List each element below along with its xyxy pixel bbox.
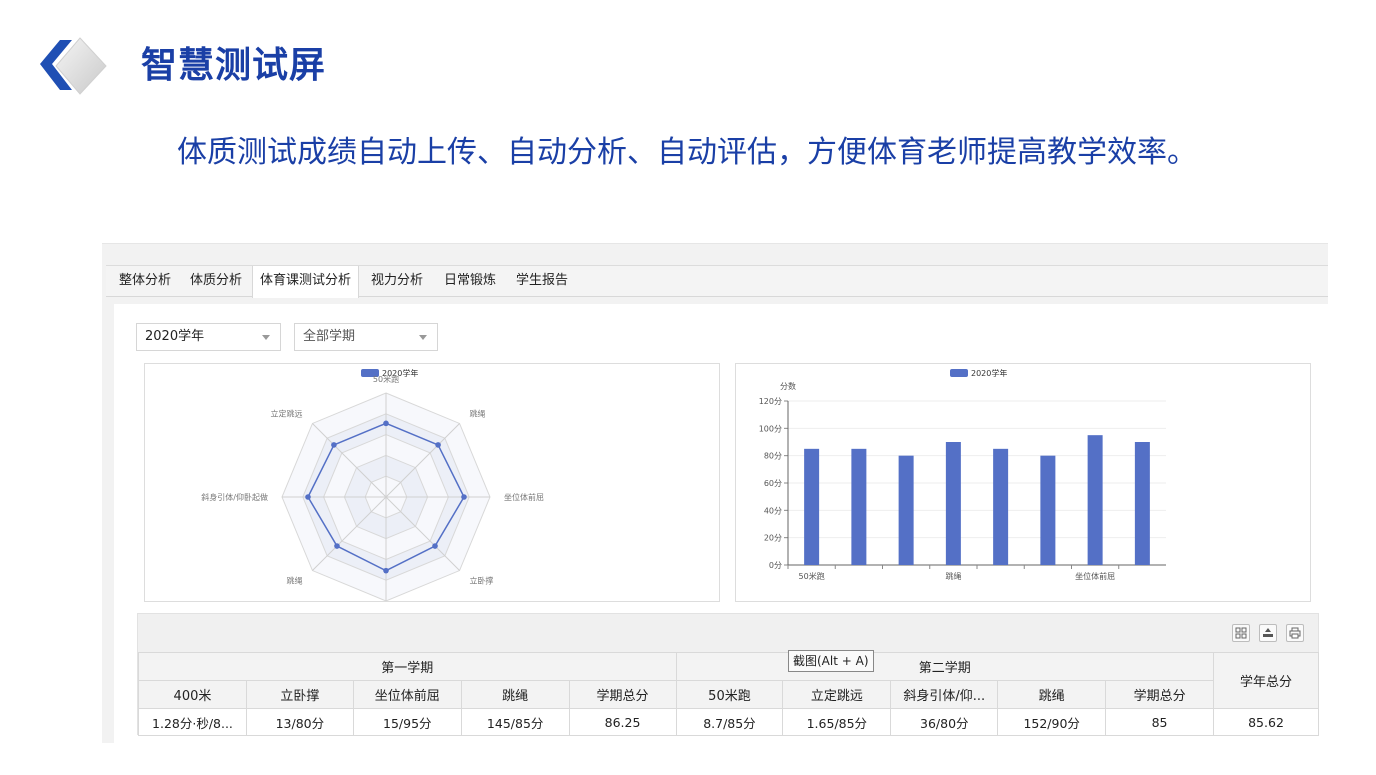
legend-label: 2020学年	[971, 368, 1007, 378]
export-icon[interactable]	[1259, 624, 1277, 642]
y-tick-label: 80分	[764, 452, 782, 461]
bar	[898, 455, 914, 565]
radar-indicator-label: 立卧撑	[469, 575, 493, 585]
slide-title: 智慧测试屏	[141, 45, 327, 86]
tab-daily-exercise[interactable]: 日常锻炼	[437, 266, 503, 297]
bar	[1134, 442, 1150, 565]
radar-chart-panel: 2020学年50米跑跳绳坐位体前屈立卧撑400米跳绳斜身引体/仰卧起做立定跳远	[144, 363, 720, 602]
table-cell: 152/90分	[997, 708, 1107, 736]
radar-indicator-label: 50米跑	[373, 374, 399, 384]
table-cell: 85.62	[1213, 708, 1319, 736]
diamond-logo-icon	[40, 37, 107, 95]
x-tick-label: 坐位体前屈	[1075, 571, 1115, 581]
x-tick-label: 跳绳	[945, 571, 961, 581]
y-tick-label: 120分	[759, 397, 782, 406]
bar	[945, 442, 961, 565]
column-header: 跳绳	[997, 680, 1107, 709]
radar-point	[432, 543, 438, 549]
group-header-term2: 第二学期	[675, 652, 1215, 681]
column-header: 立定跳远	[782, 680, 892, 709]
bar-chart-panel: 2020学年分数 0分 20分 40分 60分 80分 100分 120分 50米跑 跳绳 坐位体前…	[735, 363, 1311, 602]
radar-point	[435, 442, 441, 448]
table-cell: 86.25	[568, 708, 677, 736]
group-header-year-total: 学年总分	[1213, 652, 1319, 709]
x-tick-label: 50米跑	[799, 571, 825, 581]
radar-point	[461, 494, 467, 500]
table-cell: 36/80分	[890, 708, 999, 736]
table-cell: 13/80分	[245, 708, 354, 736]
column-header: 50米跑	[675, 680, 784, 709]
y-tick-label: 100分	[759, 424, 782, 433]
y-tick-label: 60分	[764, 479, 782, 488]
y-tick-label: 20分	[764, 534, 782, 543]
column-header: 学期总分	[1105, 680, 1215, 709]
y-tick-label: 0分	[769, 561, 782, 570]
table-cell: 1.28分·秒/8...	[138, 708, 247, 736]
radar-chart: 2020学年50米跑跳绳坐位体前屈立卧撑400米跳绳斜身引体/仰卧起做立定跳远	[201, 368, 544, 602]
radar-point	[305, 494, 311, 500]
column-header: 400米	[138, 680, 247, 709]
column-header: 坐位体前屈	[352, 680, 462, 709]
radar-indicator-label: 坐位体前屈	[504, 492, 544, 502]
column-header: 学期总分	[568, 680, 677, 709]
tab-overall[interactable]: 整体分析	[112, 266, 178, 297]
column-header: 立卧撑	[245, 680, 354, 709]
y-tick-label: 40分	[764, 506, 782, 515]
table-cell: 15/95分	[352, 708, 462, 736]
tab-student-report[interactable]: 学生报告	[509, 266, 575, 297]
radar-indicator-label: 立定跳远	[271, 409, 303, 419]
tab-vision[interactable]: 视力分析	[364, 266, 430, 297]
term-select[interactable]: 全部学期	[294, 323, 438, 351]
score-table-area: 截图(Alt + A) 第一学期 第二学期 学年总分 400米 立卧撑 坐位体前…	[137, 613, 1319, 736]
bar	[1040, 455, 1056, 565]
table-cell: 145/85分	[460, 708, 570, 736]
radar-point	[334, 543, 340, 549]
radar-point	[383, 420, 389, 427]
bar-chart: 2020学年分数 0分 20分 40分 60分 80分 100分 120分 50米跑 跳绳 坐位体前…	[759, 368, 1166, 581]
table-cell: 1.65/85分	[782, 708, 892, 736]
bar	[993, 448, 1009, 565]
score-table: 第一学期 第二学期 学年总分 400米 立卧撑 坐位体前屈 跳绳 学期总分 50…	[138, 652, 1319, 736]
bar	[1087, 435, 1103, 565]
term-select-value: 全部学期	[303, 329, 356, 344]
y-axis-label: 分数	[780, 381, 796, 391]
table-cell: 85	[1105, 708, 1215, 736]
bar	[851, 448, 867, 565]
column-header: 跳绳	[460, 680, 570, 709]
content-area: 2020学年 全部学期 2020学年50米跑跳绳坐位体前屈立卧撑400米跳绳斜身…	[114, 304, 1328, 743]
slide-description: 体质测试成绩自动上传、自动分析、自动评估，方便体育老师提高教学效率。	[177, 135, 1197, 170]
table-cell: 8.7/85分	[675, 708, 784, 736]
radar-point	[383, 567, 389, 574]
chevron-down-icon	[262, 335, 270, 340]
radar-indicator-label: 跳绳	[287, 575, 303, 585]
app-window: 整体分析 体质分析 体育课测试分析 视力分析 日常锻炼 学生报告 2020学年 …	[102, 243, 1328, 743]
tab-pe-test[interactable]: 体育课测试分析	[252, 266, 360, 298]
tab-bar: 整体分析 体质分析 体育课测试分析 视力分析 日常锻炼 学生报告	[106, 265, 1328, 298]
print-icon[interactable]	[1286, 624, 1304, 642]
grid-view-icon[interactable]	[1232, 624, 1250, 642]
table-row: 1.28分·秒/8... 13/80分 15/95分 145/85分 86.25…	[138, 708, 1319, 736]
radar-point	[331, 442, 337, 448]
year-select[interactable]: 2020学年	[136, 323, 281, 351]
group-header-term1: 第一学期	[138, 652, 677, 681]
screenshot-tooltip: 截图(Alt + A)	[788, 650, 874, 672]
radar-indicator-label: 斜身引体/仰卧起做	[201, 492, 268, 502]
column-header: 斜身引体/仰...	[890, 680, 999, 709]
legend-swatch	[950, 369, 968, 377]
tab-physique[interactable]: 体质分析	[183, 266, 249, 297]
year-select-value: 2020学年	[145, 329, 205, 344]
bar	[804, 448, 820, 565]
radar-indicator-label: 跳绳	[469, 409, 485, 419]
chevron-down-icon	[419, 335, 427, 340]
